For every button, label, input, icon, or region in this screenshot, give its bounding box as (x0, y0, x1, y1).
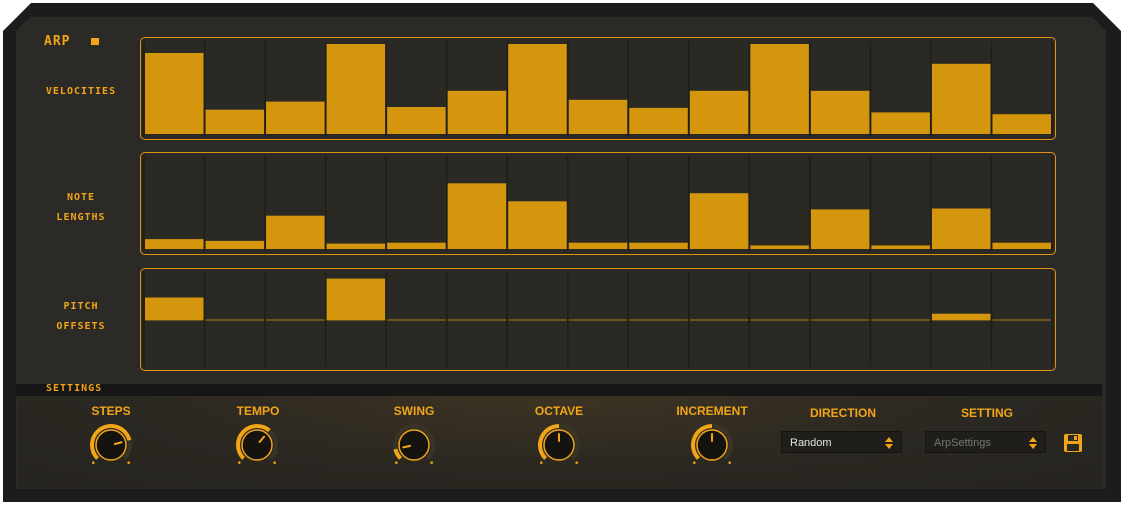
note-length-bar[interactable] (447, 183, 507, 249)
note-length-bar[interactable] (387, 242, 446, 249)
velocities-panel[interactable] (140, 37, 1056, 140)
velocity-bar[interactable] (992, 114, 1051, 134)
note-length-bar[interactable] (810, 209, 870, 249)
pitch-offsets-bars[interactable] (141, 269, 1055, 370)
settings-label: SETTINGS (46, 383, 103, 394)
steps-label: STEPS (91, 404, 131, 418)
velocity-bar[interactable] (145, 53, 204, 134)
setting-label: SETTING (960, 406, 1013, 420)
note-length-bar[interactable] (266, 215, 325, 249)
save-icon[interactable] (1063, 433, 1083, 453)
setting-value: ArpSettings (934, 437, 991, 449)
select-arrows-icon (885, 437, 893, 449)
velocities-bars[interactable] (141, 38, 1055, 139)
knob-min-dot (238, 461, 241, 464)
note-length-bar[interactable] (931, 208, 991, 250)
knob-max-dot (430, 461, 433, 464)
pitch-offsets-label-line2: OFFSETS (56, 321, 106, 332)
note-length-bar[interactable] (145, 239, 204, 249)
pitch-offset-bar[interactable] (931, 313, 991, 320)
note-length-bar[interactable] (871, 245, 930, 249)
note-length-bar[interactable] (508, 201, 567, 249)
note-length-bar[interactable] (629, 242, 688, 249)
pitch-offset-bar[interactable] (145, 297, 204, 321)
velocity-bar[interactable] (931, 63, 991, 134)
note-lengths-panel[interactable] (140, 152, 1056, 255)
swing-label: SWING (393, 404, 435, 418)
knob-min-dot (693, 461, 696, 464)
knob-max-dot (728, 461, 731, 464)
velocity-bar[interactable] (568, 99, 628, 134)
select-arrows-icon (1029, 437, 1037, 449)
knob-min-dot (395, 461, 398, 464)
velocity-bar[interactable] (266, 101, 325, 134)
velocity-bar[interactable] (629, 107, 688, 134)
note-lengths-label-line2: LENGTHS (56, 212, 106, 223)
velocity-bar[interactable] (447, 90, 507, 134)
direction-value: Random (790, 437, 832, 449)
pitch-offsets-label-line1: PITCH (63, 301, 99, 312)
note-length-bar[interactable] (326, 243, 386, 249)
knob-max-dot (127, 461, 130, 464)
note-length-bar[interactable] (205, 240, 265, 249)
pitch-offsets-label: PITCH OFFSETS (26, 297, 136, 337)
velocity-bar[interactable] (750, 44, 809, 134)
arp-title: ARP (44, 34, 71, 49)
tempo-knob[interactable] (230, 418, 284, 472)
knob-body[interactable] (95, 429, 127, 461)
knob-min-dot (540, 461, 543, 464)
note-lengths-label-line1: NOTE (66, 192, 96, 203)
arp-led-indicator[interactable] (91, 38, 99, 45)
note-length-bar[interactable] (750, 245, 809, 249)
velocity-bar[interactable] (508, 44, 567, 134)
velocity-bar[interactable] (205, 109, 265, 134)
octave-label: OCTAVE (534, 404, 584, 418)
direction-label: DIRECTION (810, 406, 876, 420)
knob-min-dot (92, 461, 95, 464)
setting-select[interactable]: ArpSettings (925, 431, 1046, 453)
knob-body[interactable] (398, 429, 430, 461)
steps-knob[interactable] (84, 418, 138, 472)
note-lengths-bars[interactable] (141, 153, 1055, 254)
velocity-bar[interactable] (871, 112, 930, 134)
velocities-label-text: VELOCITIES (45, 86, 117, 97)
knob-max-dot (273, 461, 276, 464)
velocities-label: VELOCITIES (26, 82, 136, 102)
note-length-bar[interactable] (689, 193, 749, 249)
note-length-bar[interactable] (992, 242, 1051, 249)
note-lengths-label: NOTE LENGTHS (26, 188, 136, 228)
note-length-bar[interactable] (568, 242, 628, 249)
increment-label: INCREMENT (676, 404, 748, 418)
settings-divider (16, 384, 1102, 396)
increment-knob[interactable] (685, 418, 739, 472)
octave-knob[interactable] (532, 418, 586, 472)
pitch-offsets-panel[interactable] (140, 268, 1056, 371)
velocity-bar[interactable] (387, 107, 446, 134)
tempo-label: TEMPO (236, 404, 280, 418)
direction-select[interactable]: Random (781, 431, 902, 453)
velocity-bar[interactable] (326, 44, 386, 134)
knob-body[interactable] (241, 429, 273, 461)
velocity-bar[interactable] (689, 90, 749, 134)
swing-knob[interactable] (387, 418, 441, 472)
velocity-bar[interactable] (810, 90, 870, 134)
knob-max-dot (575, 461, 578, 464)
pitch-offset-bar[interactable] (326, 278, 386, 320)
arp-device: ARP VELOCITIES NOTE LENGTHS PITCH OFFSET… (0, 0, 1124, 505)
